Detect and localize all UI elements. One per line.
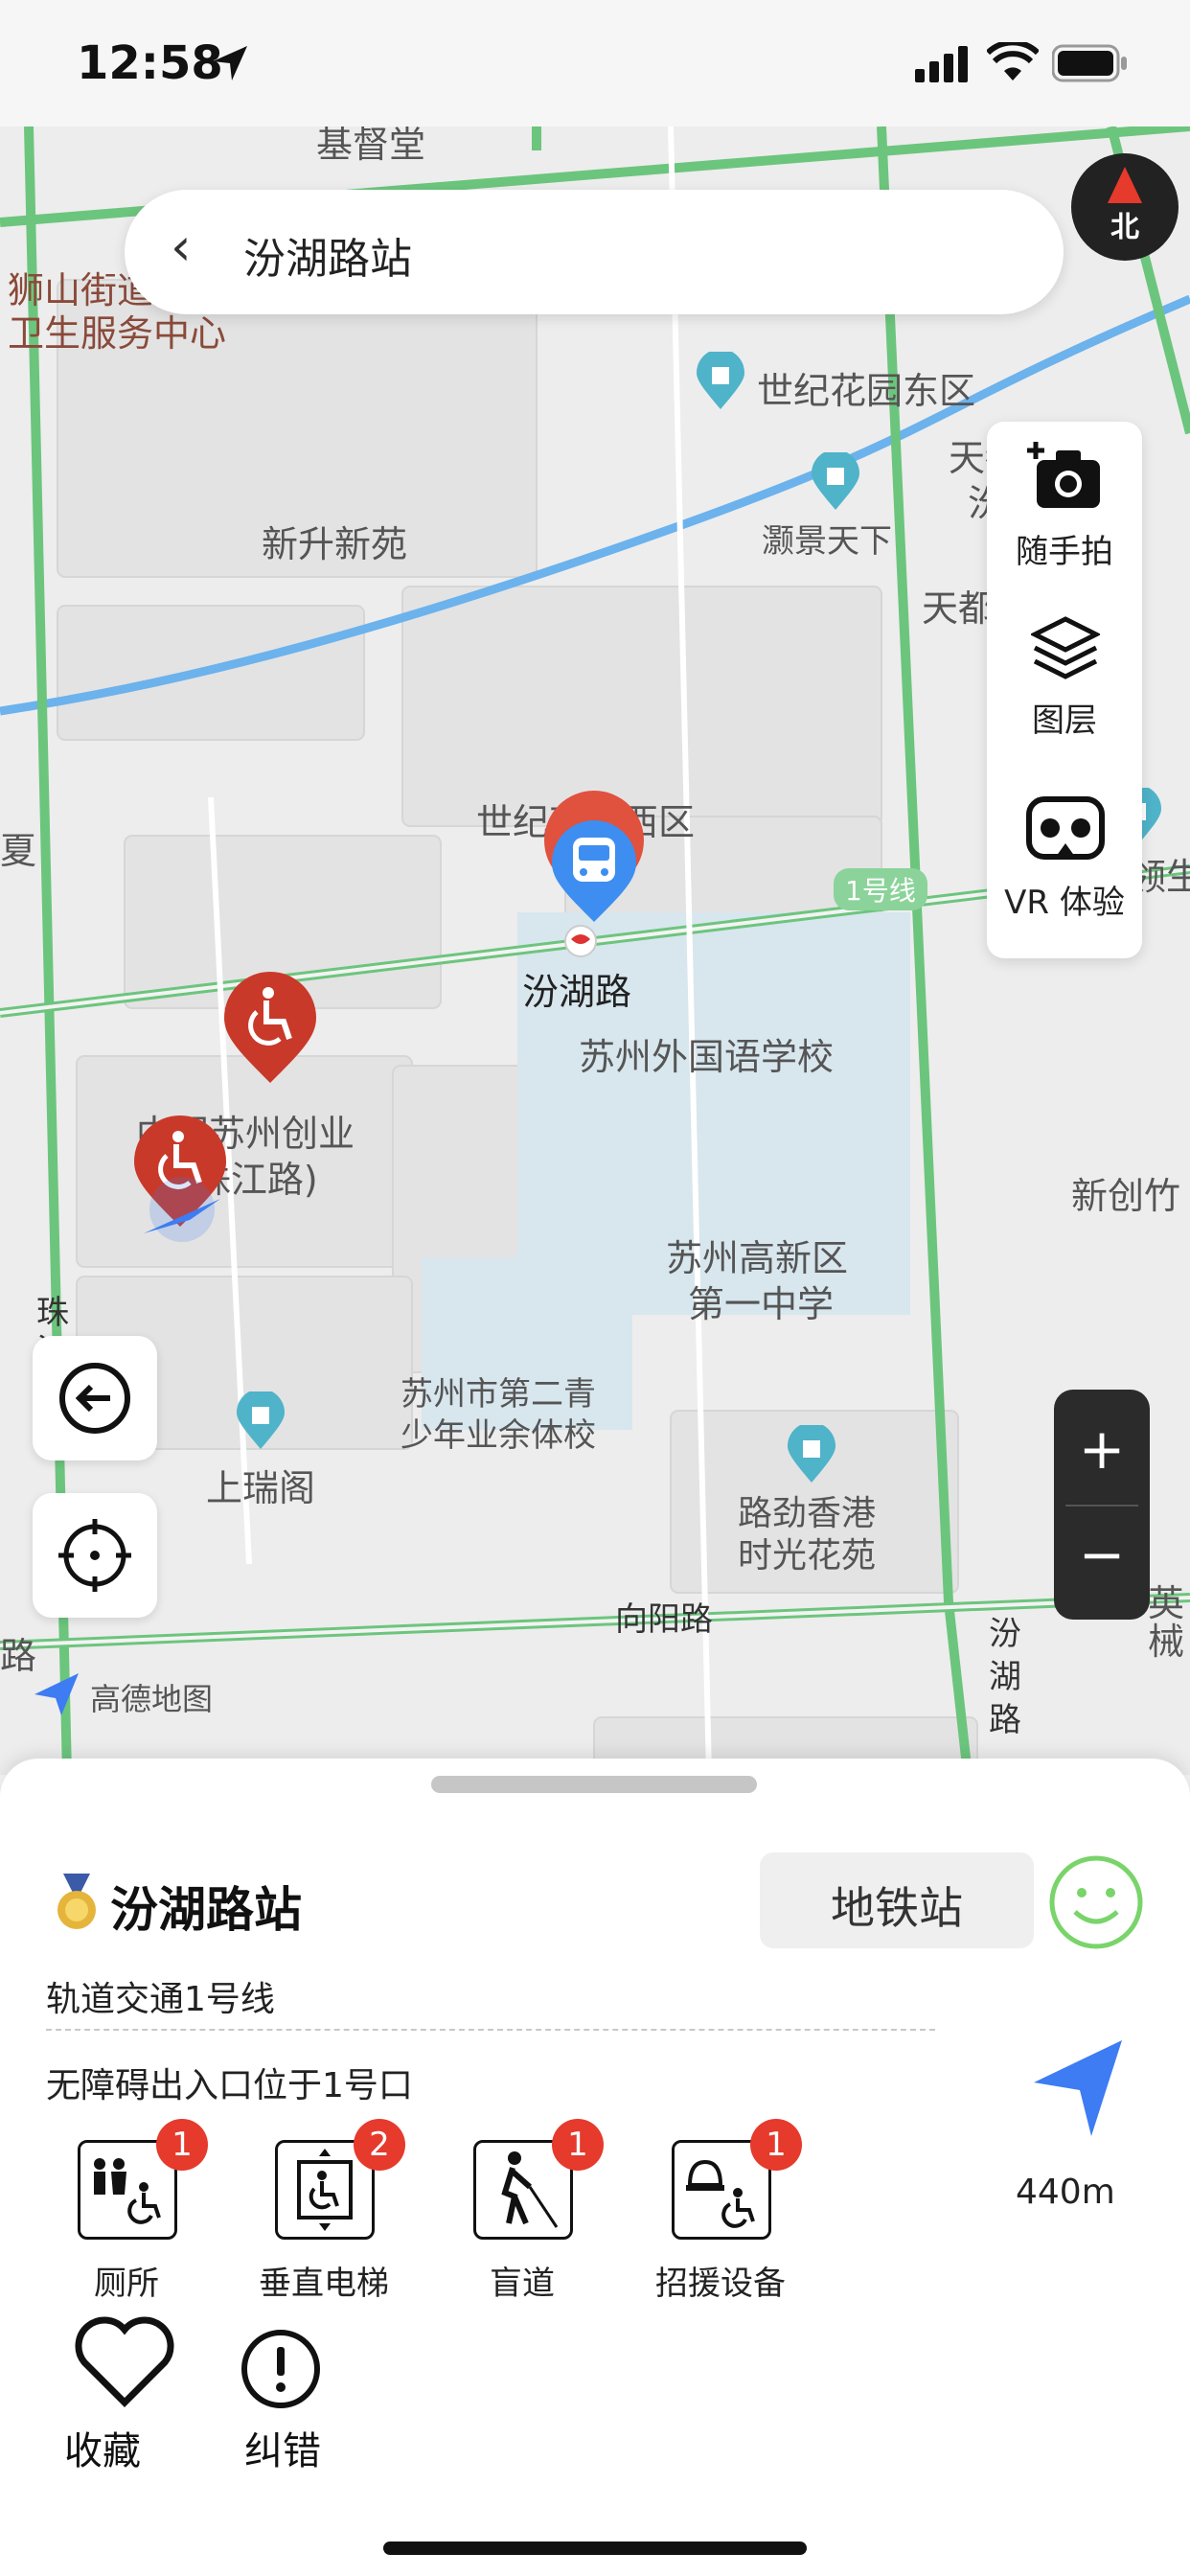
layers-icon: [1031, 616, 1100, 679]
facility-elevator[interactable]: 2 垂直电梯: [242, 2119, 405, 2312]
map-label: 夏: [0, 830, 37, 872]
layers-tool[interactable]: 图层: [987, 613, 1142, 757]
facility-toilet[interactable]: 1 厕所: [45, 2119, 208, 2312]
vr-headset-icon: [1026, 796, 1105, 860]
metro-line-info: 轨道交通1号线: [46, 1980, 275, 2019]
map-label: 路: [0, 1635, 37, 1677]
map-label: 少年业余体校: [400, 1416, 596, 1455]
crosshair-icon: [58, 1519, 131, 1592]
facility-assistance[interactable]: 1 招援设备: [639, 2119, 802, 2312]
facility-count-badge: 1: [552, 2119, 604, 2171]
home-indicator: [383, 2542, 807, 2555]
location-arrow-icon: [213, 46, 247, 80]
compass-label: 北: [1110, 211, 1139, 244]
residence-pin-icon[interactable]: [786, 1425, 837, 1484]
accessibility-pin-icon[interactable]: [220, 970, 320, 1085]
map-label: 第一中学: [688, 1283, 835, 1325]
metro-station-marker[interactable]: [537, 788, 652, 960]
navigate-arrow-icon[interactable]: [1030, 2036, 1126, 2142]
zoom-divider: [1065, 1505, 1138, 1506]
favorite-label: 收藏: [64, 2429, 141, 2473]
facility-count-badge: 1: [156, 2119, 208, 2171]
road-label: 路: [989, 1701, 1021, 1739]
station-map-label: 汾湖路: [522, 971, 632, 1013]
map-label: 新创竹: [1071, 1175, 1181, 1217]
tool-label: 随手拍: [1016, 533, 1113, 571]
map-label: 械: [1148, 1621, 1185, 1663]
heart-icon: [75, 2316, 174, 2407]
route-back-button[interactable]: [33, 1336, 157, 1460]
facility-count-badge: 1: [750, 2119, 802, 2171]
divider: [46, 2029, 935, 2031]
amap-logo-icon: [34, 1673, 79, 1715]
accessible-entrance-info: 无障碍出入口位于1号口: [46, 2066, 413, 2105]
residence-pin-icon[interactable]: [810, 452, 861, 512]
status-bar: 12:58: [0, 0, 1190, 126]
map-label: 世纪花园东区: [757, 370, 976, 412]
signal-icon: [915, 46, 968, 82]
road-label: 向阳路: [615, 1600, 713, 1639]
facility-blind-path[interactable]: 1 盲道: [441, 2119, 604, 2312]
locate-me-button[interactable]: [33, 1493, 157, 1618]
map-label: 时光花苑: [738, 1536, 877, 1576]
zoom-in-button[interactable]: +: [1054, 1416, 1150, 1482]
snapshot-tool[interactable]: 随手拍: [987, 441, 1142, 585]
facility-name: 厕所: [94, 2265, 159, 2303]
status-time: 12:58: [77, 36, 223, 90]
camera-plus-icon: [1027, 442, 1100, 508]
station-title: 汾湖路站: [110, 1882, 302, 1938]
facility-name: 垂直电梯: [259, 2265, 389, 2303]
vr-tool[interactable]: VR 体验: [987, 788, 1142, 941]
map-label: 苏州外国语学校: [579, 1036, 835, 1078]
road-label: 湖: [989, 1658, 1021, 1696]
map-label: 苏州市第二青: [400, 1375, 596, 1414]
report-label: 纠错: [244, 2429, 321, 2473]
metro-line-badge: 1号线: [834, 868, 927, 910]
map-brand: 高德地图: [90, 1681, 214, 1717]
sheet-drag-handle[interactable]: [431, 1776, 757, 1793]
zoom-out-button[interactable]: −: [1054, 1522, 1150, 1587]
battery-icon: [1052, 44, 1127, 82]
facility-name: 盲道: [490, 2265, 555, 2303]
search-bar[interactable]: ‹ 汾湖路站: [125, 190, 1064, 314]
residence-pin-icon[interactable]: [695, 352, 746, 411]
compass-button[interactable]: 北: [1071, 153, 1179, 261]
smile-feedback-icon[interactable]: [1048, 1854, 1144, 1950]
favorite-button[interactable]: 收藏: [52, 2316, 195, 2473]
north-arrow-icon: [1108, 167, 1142, 203]
map-label: 苏州高新区: [666, 1237, 849, 1279]
map-label: 灏景天下: [762, 522, 892, 561]
road-label: 汾: [989, 1615, 1021, 1653]
user-location-arrow-icon: [144, 1177, 220, 1242]
facility-name: 招援设备: [655, 2265, 786, 2303]
search-title: 汾湖路站: [243, 235, 412, 284]
back-button[interactable]: ‹: [171, 217, 192, 277]
zoom-control: + −: [1054, 1390, 1150, 1620]
station-type-tag: 地铁站: [760, 1852, 1034, 1948]
facility-count-badge: 2: [354, 2119, 405, 2171]
medal-icon: [57, 1874, 96, 1929]
wifi-icon: [987, 42, 1039, 80]
station-info-sheet: 汾湖路站 地铁站 轨道交通1号线 无障碍出入口位于1号口 440m 1 厕所 2…: [0, 1759, 1190, 2576]
tool-label: 图层: [1032, 702, 1097, 740]
map-label: 上瑞阁: [206, 1467, 316, 1509]
report-error-button[interactable]: 纠错: [211, 2326, 355, 2473]
map-label: 基督堂: [316, 126, 426, 166]
distance-label: 440m: [1016, 2173, 1115, 2212]
alert-circle-icon: [241, 2330, 320, 2408]
arrow-left-circle-icon: [59, 1363, 130, 1434]
map-label: 新升新苑: [262, 523, 408, 565]
residence-pin-icon[interactable]: [235, 1392, 286, 1451]
map-tools-panel: 随手拍 图层 VR 体验: [987, 422, 1142, 958]
tool-label: VR 体验: [1004, 884, 1125, 922]
